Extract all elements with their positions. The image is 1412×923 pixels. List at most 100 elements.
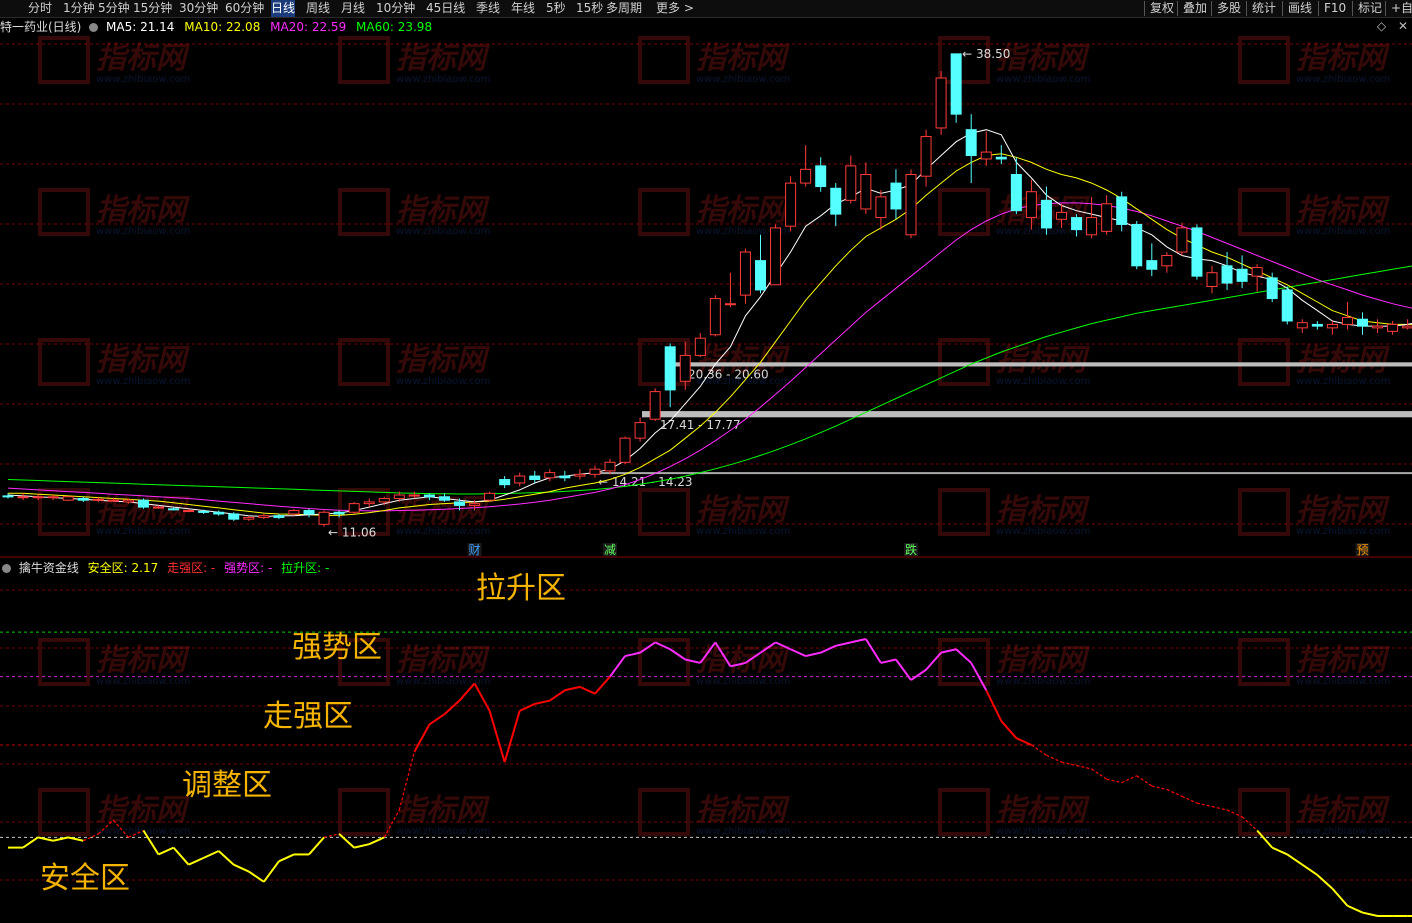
candle-body <box>559 475 571 479</box>
candle-body <box>1161 254 1173 267</box>
watermark-url: www.zhibiaow.com <box>396 376 490 387</box>
candle-body <box>1281 289 1293 322</box>
candle-body <box>484 492 496 501</box>
watermark-logo-icon <box>938 488 990 536</box>
candle-body <box>1025 191 1037 219</box>
zone-annotation: 安全区 <box>40 861 130 896</box>
indicator-segment <box>534 699 551 705</box>
watermark-logo-icon <box>38 338 90 386</box>
watermark-url: www.zhibiaow.com <box>96 526 190 537</box>
candle-body <box>228 513 240 520</box>
watermark-logo-icon <box>1238 788 1290 836</box>
watermark-url: www.zhibiaow.com <box>1296 226 1390 237</box>
candle-body <box>288 510 300 515</box>
indicator-segment <box>805 651 821 658</box>
indicator-segment <box>22 836 39 849</box>
candle-body <box>348 503 360 513</box>
watermark-url: www.zhibiaow.com <box>96 226 190 237</box>
indicator-segment <box>820 644 837 654</box>
candle-body <box>499 479 511 486</box>
candle-body <box>1372 325 1384 329</box>
indicator-segment <box>549 689 566 702</box>
candle-body <box>423 494 435 498</box>
candle-body <box>860 173 872 210</box>
indicator-segment <box>955 648 972 664</box>
watermark-url: www.zhibiaow.com <box>696 74 790 85</box>
watermark-text: 指标网 <box>1296 193 1390 228</box>
watermark-logo-icon <box>938 788 990 836</box>
indicator-segment <box>1015 737 1032 746</box>
watermark-text: 指标网 <box>1296 41 1390 76</box>
indicator-segment <box>1211 805 1228 811</box>
candle-body <box>800 168 812 184</box>
candle-body <box>935 77 947 129</box>
watermark-url: www.zhibiaow.com <box>1296 526 1390 537</box>
candle-body <box>303 510 315 515</box>
indicator-segment <box>880 658 897 664</box>
candle-body <box>243 516 255 520</box>
candle-body <box>574 473 586 477</box>
watermark-logo-icon <box>38 36 90 84</box>
indicator-segment <box>353 843 370 849</box>
watermark-logo-icon <box>38 188 90 236</box>
indicator-segment <box>1316 874 1334 890</box>
candle-body <box>363 501 375 505</box>
candle-body <box>785 182 797 227</box>
indicator-segment <box>910 668 927 681</box>
indicator-segment <box>323 833 340 838</box>
candle-body <box>965 129 977 157</box>
watermark-url: www.zhibiaow.com <box>1296 826 1390 837</box>
candle-body <box>724 303 736 306</box>
candle-body <box>815 165 827 188</box>
support-level-band <box>642 411 1412 418</box>
watermark-logo-icon <box>938 188 990 236</box>
watermark-text: 指标网 <box>996 643 1090 678</box>
indicator-segment <box>52 836 69 842</box>
candle-body <box>1236 268 1248 282</box>
candle-body <box>77 497 89 501</box>
candle-body <box>890 182 902 210</box>
candle-body <box>2 495 14 498</box>
candle-body <box>107 499 119 502</box>
indicator-segment <box>1106 778 1122 784</box>
watermark-url: www.zhibiaow.com <box>96 676 190 687</box>
candle-body <box>1387 323 1399 332</box>
watermark-logo-icon <box>638 188 690 236</box>
indicator-segment <box>1362 911 1378 917</box>
watermark-logo-icon <box>938 338 990 386</box>
support-level-band <box>670 362 1412 367</box>
candle-body <box>1326 323 1338 329</box>
candle-body <box>47 496 59 499</box>
watermark-url: www.zhibiaow.com <box>96 74 190 85</box>
indicator-segment <box>790 648 807 657</box>
watermark-text: 指标网 <box>396 643 490 678</box>
indicator-segment <box>37 836 54 842</box>
watermark-url: www.zhibiaow.com <box>996 676 1090 687</box>
candle-body <box>454 501 465 506</box>
candle-body <box>664 346 676 391</box>
indicator-segment <box>248 870 265 883</box>
candle-body <box>845 165 857 201</box>
indicator-segment <box>594 675 611 695</box>
watermark-text: 指标网 <box>396 343 490 378</box>
candle-body <box>318 511 330 525</box>
indicator-segment <box>67 836 84 842</box>
indicator-segment <box>624 651 641 658</box>
candle-body <box>905 173 917 236</box>
watermark-logo-icon <box>38 788 90 836</box>
candle-body <box>378 497 390 503</box>
indicator-segment <box>1076 764 1092 770</box>
candle-body <box>694 337 706 356</box>
indicator-segment <box>368 836 385 846</box>
indicator-segment <box>1196 802 1213 808</box>
watermark-logo-icon <box>638 36 690 84</box>
indicator-segment <box>428 713 446 726</box>
candle-body <box>1086 217 1098 236</box>
watermark-url: www.zhibiaow.com <box>696 826 790 837</box>
candle-body <box>469 503 481 506</box>
indicator-segment <box>1166 788 1183 797</box>
watermark-text: 指标网 <box>1296 793 1390 828</box>
indicator-segment <box>1347 904 1363 914</box>
candle-body <box>92 498 104 501</box>
candle-body <box>1311 323 1323 327</box>
